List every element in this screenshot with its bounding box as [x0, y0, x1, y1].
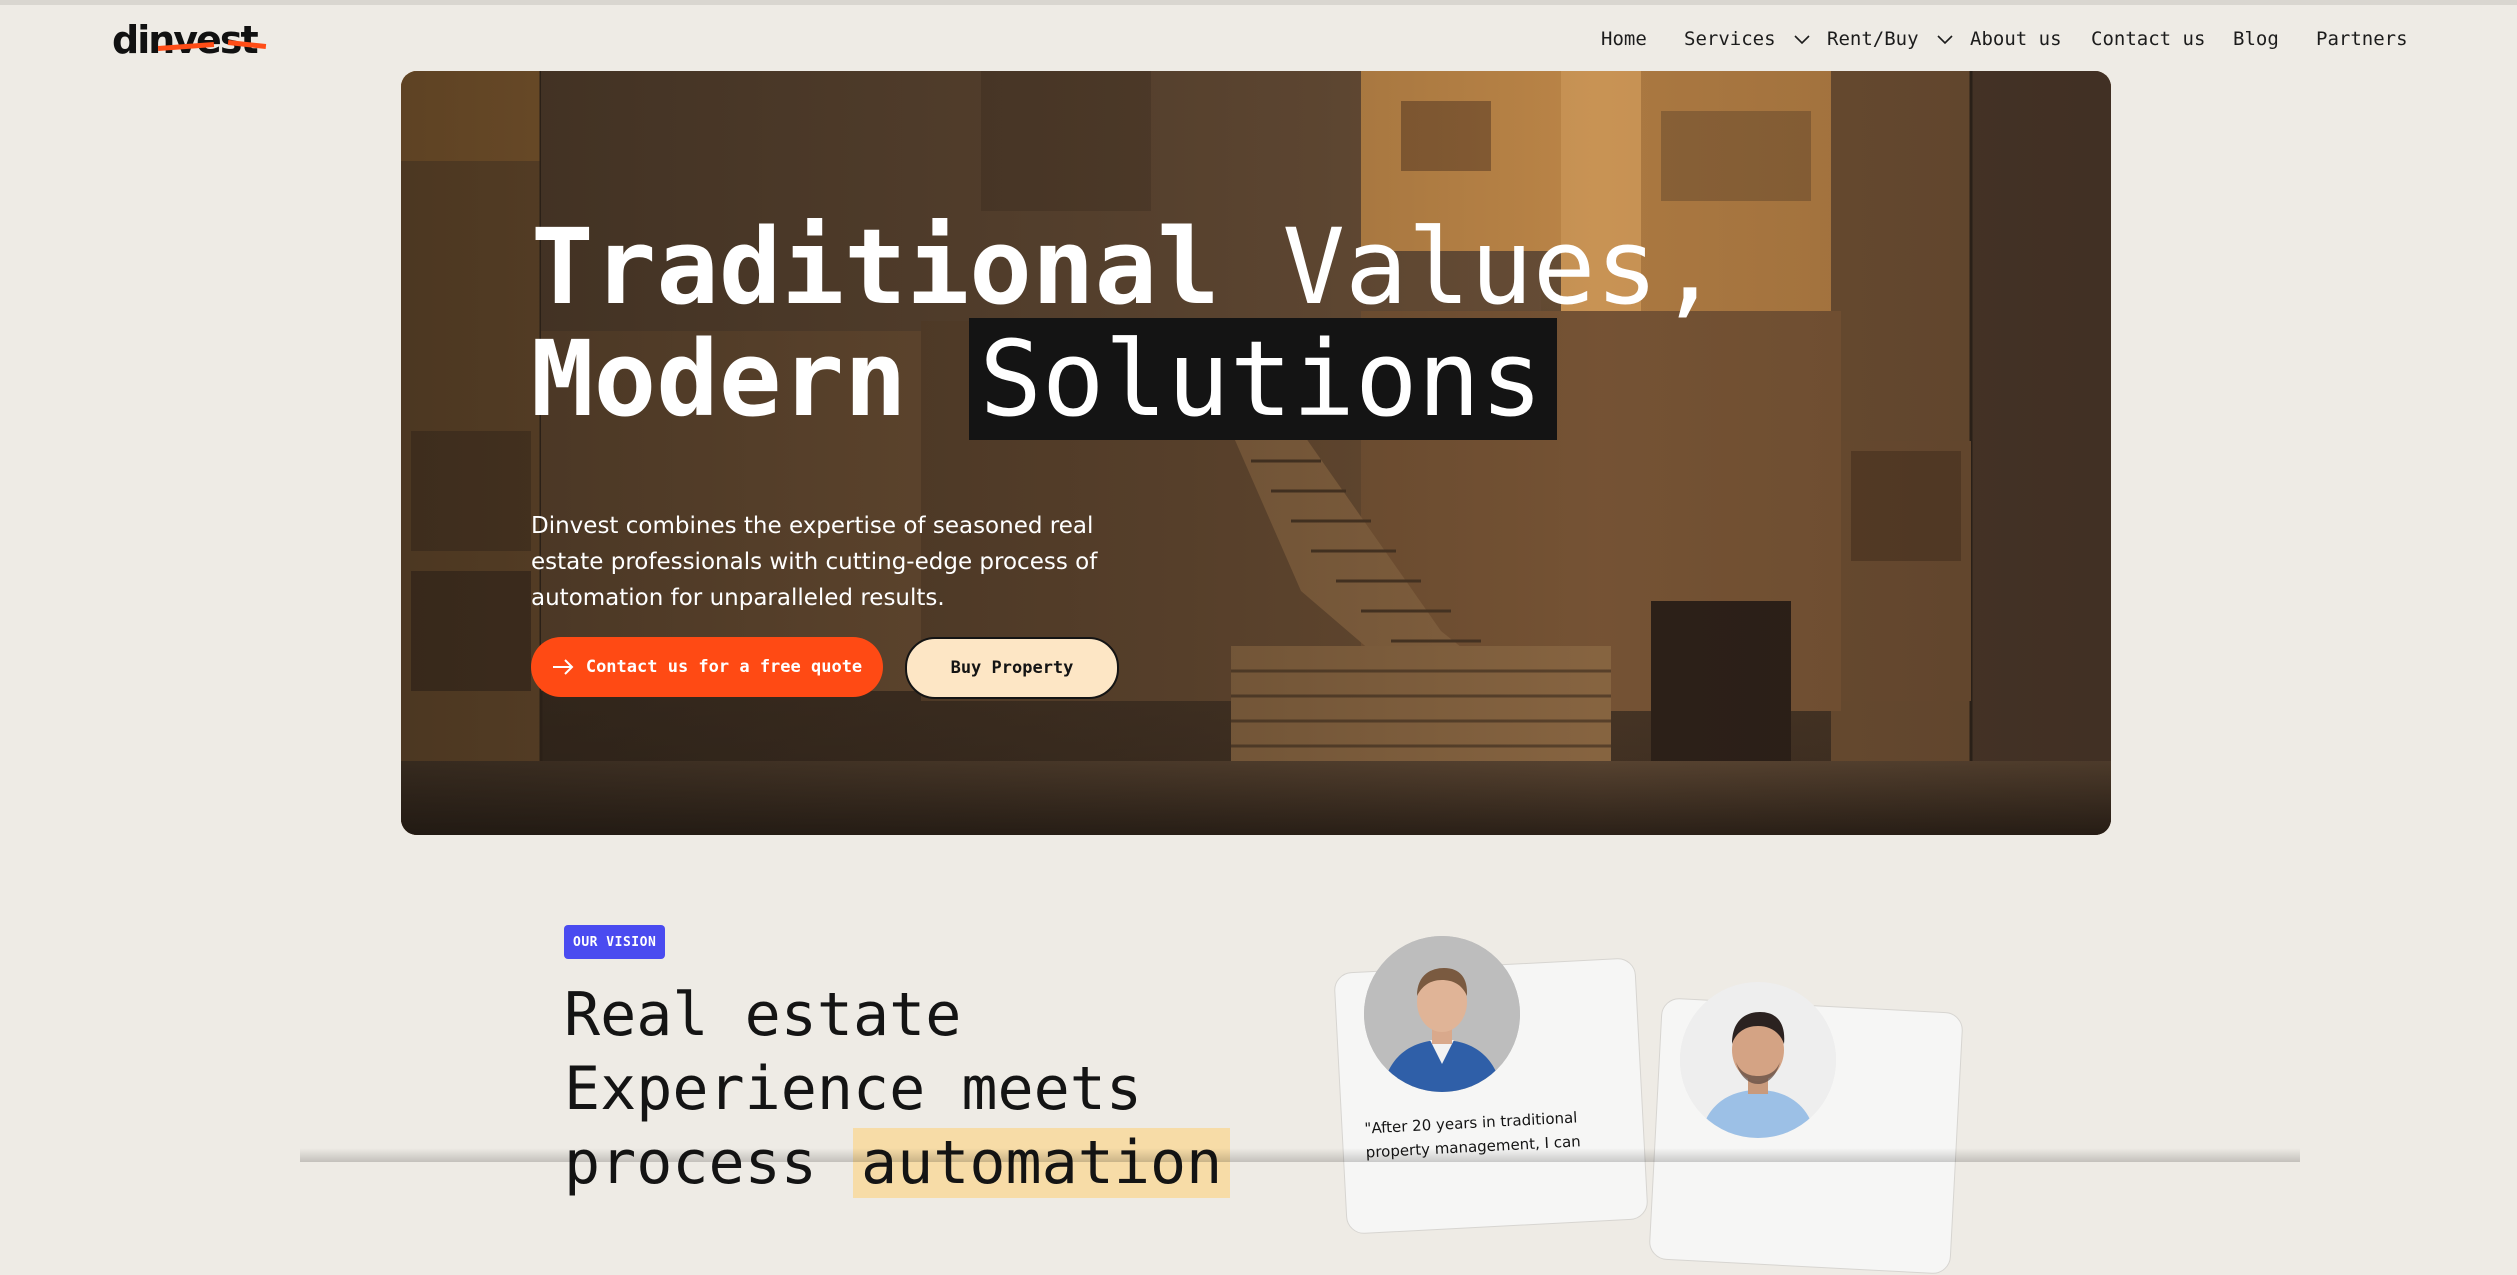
buy-property-button[interactable]: Buy Property [905, 637, 1119, 699]
nav-item-services[interactable]: Services [1684, 28, 1811, 50]
nav-item-label: Contact us [2091, 28, 2206, 50]
contact-quote-button[interactable]: Contact us for a free quote [531, 637, 883, 697]
nav-item-contact-us[interactable]: Contact us [2091, 28, 2205, 50]
hero-overlay [401, 71, 2111, 835]
nav-item-label: Partners [2316, 28, 2408, 50]
nav-item-home[interactable]: Home [1601, 28, 1647, 50]
avatar [1364, 936, 1520, 1092]
avatar [1680, 982, 1836, 1138]
hero-title-bold: Modern [531, 318, 907, 440]
nav-item-label: Blog [2233, 28, 2279, 50]
vision-title-highlight: automation [853, 1128, 1231, 1198]
main-nav: Home Services Rent/Buy About us Contact … [0, 28, 2517, 52]
nav-item-label: Services [1684, 28, 1776, 50]
buy-property-button-label: Buy Property [950, 658, 1074, 678]
arrow-right-icon [552, 659, 574, 675]
hero-title: Traditional Values, Modern Solutions [531, 211, 1721, 440]
vision-title-line: Real estate [564, 980, 962, 1050]
top-border [0, 0, 2517, 5]
nav-item-blog[interactable]: Blog [2233, 28, 2279, 50]
hero-title-highlight: Solutions [969, 318, 1557, 440]
nav-item-label: Home [1601, 28, 1647, 50]
hero-title-light: Values, [1282, 206, 1721, 328]
section-badge: OUR VISION [564, 925, 666, 959]
scroll-shadow [300, 1148, 2300, 1162]
chevron-down-icon [1937, 34, 1953, 44]
nav-item-label: Rent/Buy [1827, 28, 1919, 50]
nav-item-partners[interactable]: Partners [2316, 28, 2408, 50]
person-photo [1364, 936, 1520, 1092]
vision-title: Real estate Experience meets process aut… [564, 978, 1231, 1200]
hero-banner: Traditional Values, Modern Solutions Din… [401, 71, 2111, 835]
nav-item-rent-buy[interactable]: Rent/Buy [1827, 28, 1954, 50]
nav-item-about-us[interactable]: About us [1970, 28, 2062, 50]
vision-title-line: Experience meets [564, 1054, 1142, 1124]
person-photo [1680, 982, 1836, 1138]
nav-item-label: About us [1970, 28, 2062, 50]
hero-title-bold: Traditional [531, 206, 1220, 328]
contact-quote-button-label: Contact us for a free quote [585, 657, 863, 677]
hero-description: Dinvest combines the expertise of season… [531, 513, 1098, 611]
chevron-down-icon [1794, 34, 1810, 44]
vision-title-line: process [564, 1128, 817, 1198]
